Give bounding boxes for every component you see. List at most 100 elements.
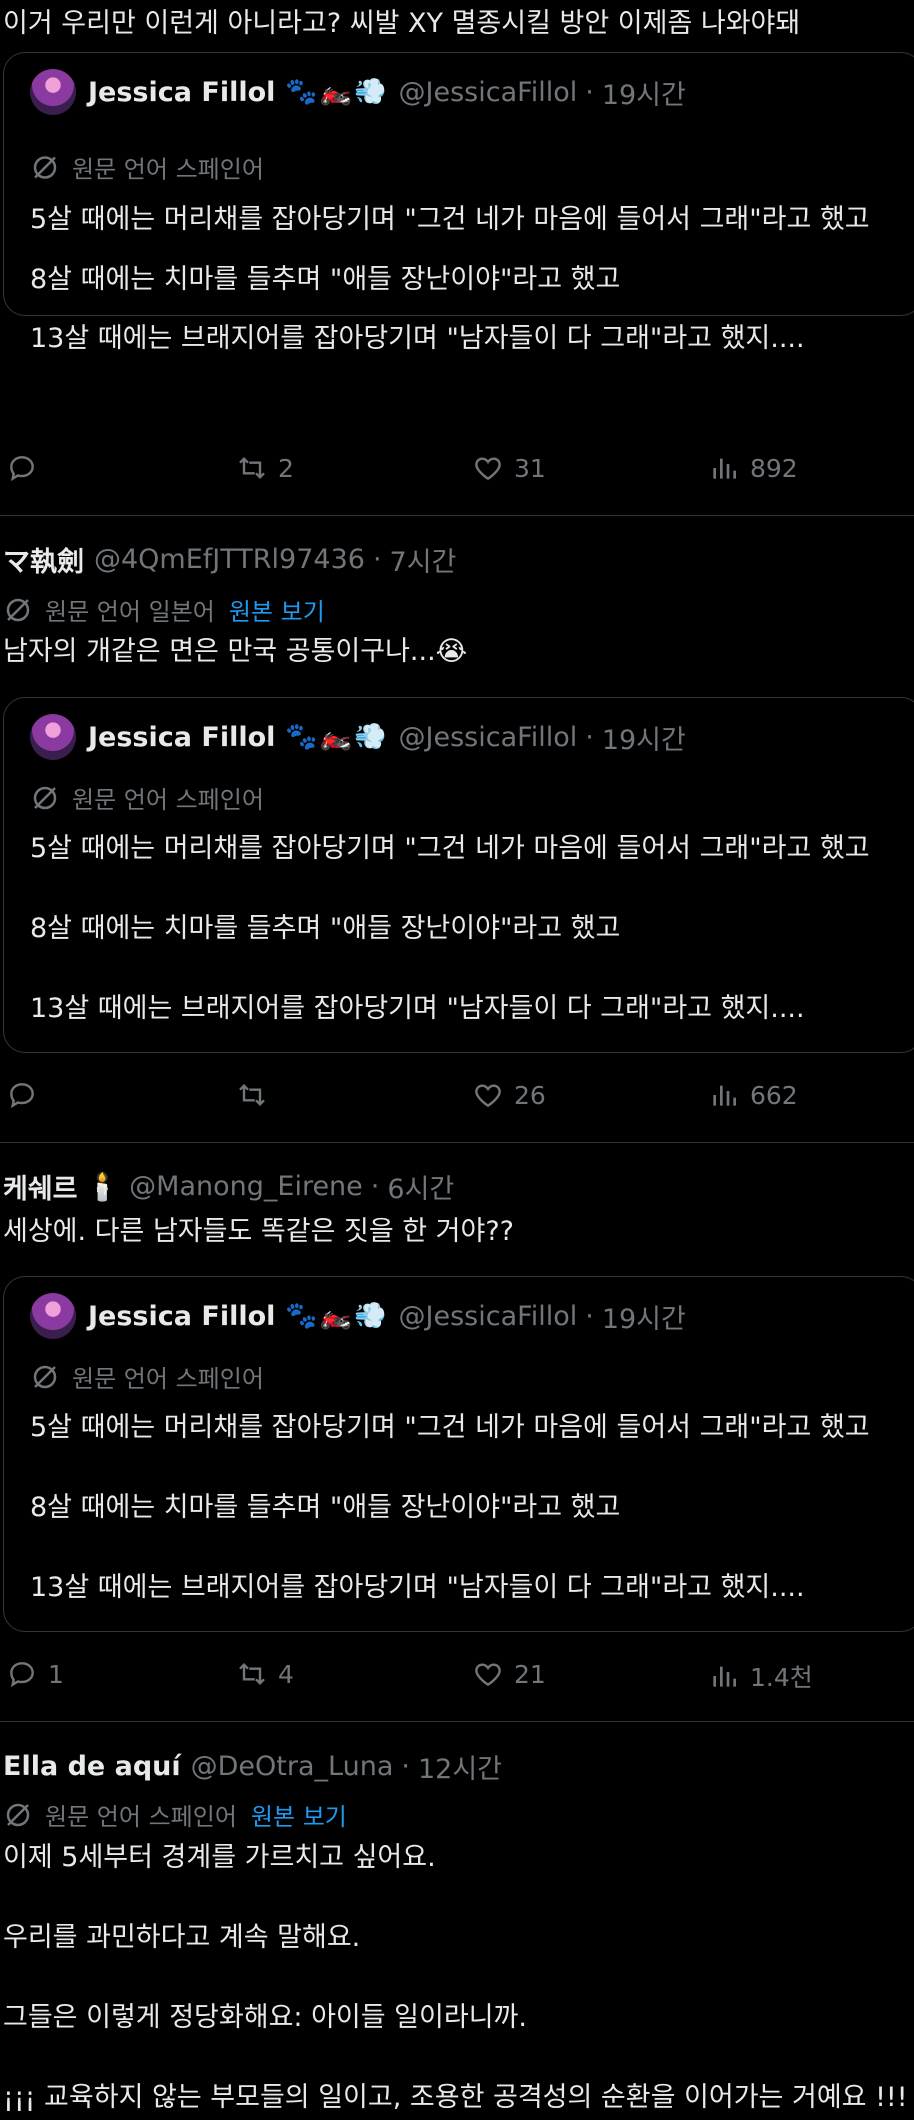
- like-button[interactable]: 26: [472, 1079, 546, 1111]
- translation-label: 원문 언어 스페인어: [72, 786, 264, 814]
- author-handle[interactable]: @JessicaFillol: [399, 77, 578, 108]
- tweet-text-line: 그들은 이렇게 정당화해요: 아이들 일이라니까.: [3, 2002, 527, 2033]
- like-button[interactable]: 21: [472, 1658, 546, 1690]
- timestamp[interactable]: 19시간: [602, 1297, 686, 1336]
- separator-dot: ·: [401, 1751, 410, 1782]
- views-count: 892: [750, 453, 798, 483]
- separator-dot: ·: [585, 76, 594, 108]
- author-handle[interactable]: @Manong_Eirene: [129, 1171, 363, 1202]
- name-emoji: 🐾🏍️💨: [285, 722, 389, 752]
- views-count: 1.4천: [750, 1663, 813, 1692]
- timestamp[interactable]: 19시간: [602, 73, 686, 112]
- views-icon: [713, 1666, 736, 1687]
- views-button[interactable]: 662: [708, 1079, 798, 1111]
- tweet-text: 남자의 개같은 면은 만국 공통이구나...😭: [3, 636, 468, 667]
- author-name[interactable]: 케쉐르: [3, 1167, 78, 1206]
- quoted-tweet-header: Jessica Fillol 🐾🏍️💨 @JessicaFillol · 19시…: [30, 69, 686, 115]
- quoted-tweet-line: 5살 때에는 머리채를 잡아당기며 "그건 네가 마음에 들어서 그래"라고 했…: [30, 204, 870, 235]
- like-count: 21: [514, 1659, 546, 1689]
- separator-dot: ·: [585, 721, 594, 753]
- translation-label: 원문 언어 스페인어: [45, 1803, 237, 1831]
- views-count: 662: [750, 1080, 798, 1110]
- retweet-icon: [239, 456, 265, 480]
- tweet-header: マ執劍 @4QmEfJTTRl97436 · 7시간: [3, 540, 456, 579]
- views-button[interactable]: 892: [708, 452, 798, 484]
- views-icon: [713, 1085, 736, 1106]
- retweet-count: 4: [278, 1659, 294, 1689]
- like-count: 31: [514, 453, 546, 483]
- quoted-tweet-card[interactable]: Jessica Fillol 🐾🏍️💨 @JessicaFillol · 19시…: [3, 697, 914, 1053]
- heart-icon: [475, 457, 501, 481]
- reply-button[interactable]: [6, 452, 48, 484]
- quoted-tweet-line: 5살 때에는 머리채를 잡아당기며 "그건 네가 마음에 들어서 그래"라고 했…: [30, 1412, 870, 1443]
- reply-icon: [10, 456, 34, 482]
- author-handle[interactable]: @DeOtra_Luna: [191, 1751, 394, 1782]
- quoted-tweet-header: Jessica Fillol 🐾🏍️💨 @JessicaFillol · 19시…: [30, 1293, 686, 1339]
- divider: [0, 1721, 914, 1722]
- separator-dot: ·: [370, 1171, 380, 1202]
- translate-icon: [33, 1365, 57, 1388]
- like-button[interactable]: 31: [472, 452, 546, 484]
- divider: [0, 515, 914, 516]
- name-emoji: 🐾🏍️💨: [285, 1301, 389, 1331]
- views-button[interactable]: 1.4천: [708, 1658, 813, 1694]
- retweet-button[interactable]: [236, 1079, 278, 1111]
- translation-notice: 원문 언어 스페인어: [30, 1359, 264, 1394]
- author-name[interactable]: Jessica Fillol: [88, 722, 275, 753]
- author-name[interactable]: マ執劍: [3, 540, 84, 579]
- name-emoji: 🕯️: [85, 1171, 120, 1203]
- quoted-tweet-line: 5살 때에는 머리채를 잡아당기며 "그건 네가 마음에 들어서 그래"라고 했…: [30, 833, 870, 864]
- show-original-link[interactable]: 원본 보기: [251, 1797, 347, 1832]
- reply-count: 1: [48, 1659, 64, 1689]
- timestamp[interactable]: 7시간: [390, 540, 457, 579]
- translate-icon: [33, 786, 57, 809]
- quoted-tweet-card[interactable]: Jessica Fillol 🐾🏍️💨 @JessicaFillol · 19시…: [3, 1276, 914, 1632]
- tweet-actions: 1 4 21 1.4천: [0, 1658, 914, 1698]
- reply-button[interactable]: [6, 1079, 48, 1111]
- quoted-tweet-card[interactable]: Jessica Fillol 🐾🏍️💨 @JessicaFillol · 19시…: [3, 52, 914, 354]
- tweet-text: 이거 우리만 이런게 아니라고? 씨발 XY 멸종시킬 방안 이제좀 나와야돼: [3, 8, 801, 39]
- timestamp[interactable]: 6시간: [387, 1167, 454, 1206]
- translate-icon: [6, 1803, 30, 1826]
- timestamp[interactable]: 12시간: [418, 1747, 502, 1786]
- divider: [0, 1142, 914, 1143]
- author-handle[interactable]: @JessicaFillol: [399, 722, 578, 753]
- separator-dot: ·: [372, 544, 382, 575]
- author-name[interactable]: Jessica Fillol: [88, 77, 275, 108]
- translation-notice: 원문 언어 일본어 원본 보기: [3, 592, 325, 627]
- translation-label: 원문 언어 일본어: [45, 598, 215, 626]
- retweet-button[interactable]: 2: [236, 452, 294, 484]
- like-count: 26: [514, 1080, 546, 1110]
- quoted-tweet-line: 8살 때에는 치마를 들추며 "애들 장난이야"라고 했고: [30, 913, 621, 944]
- views-icon: [713, 458, 736, 479]
- tweet-text: 세상에. 다른 남자들도 똑같은 짓을 한 거야??: [3, 1216, 515, 1247]
- translation-notice: 원문 언어 스페인어: [30, 150, 264, 185]
- tweet-actions: 2 31 892: [0, 452, 914, 492]
- translation-label: 원문 언어 스페인어: [72, 155, 264, 184]
- show-original-link[interactable]: 원본 보기: [229, 592, 325, 627]
- tweet-actions: 26 662: [0, 1079, 914, 1119]
- retweet-count: 2: [278, 453, 294, 483]
- translation-label: 원문 언어 스페인어: [72, 1365, 264, 1393]
- heart-icon: [475, 1084, 501, 1108]
- retweet-icon: [239, 1662, 265, 1686]
- reply-button[interactable]: 1: [6, 1658, 64, 1690]
- reply-icon: [10, 1662, 34, 1688]
- author-name[interactable]: Jessica Fillol: [88, 1301, 275, 1332]
- avatar[interactable]: [30, 1293, 76, 1339]
- quoted-tweet-line: 13살 때에는 브래지어를 잡아당기며 "남자들이 다 그래"라고 했지....: [30, 1572, 805, 1603]
- author-name[interactable]: Ella de aquí: [3, 1751, 181, 1782]
- timestamp[interactable]: 19시간: [602, 718, 686, 757]
- heart-icon: [475, 1663, 501, 1687]
- avatar[interactable]: [30, 69, 76, 115]
- avatar[interactable]: [30, 714, 76, 760]
- retweet-icon: [239, 1083, 265, 1107]
- author-handle[interactable]: @4QmEfJTTRl97436: [94, 544, 365, 575]
- quoted-tweet-line: 8살 때에는 치마를 들추며 "애들 장난이야"라고 했고: [30, 264, 621, 295]
- tweet-header: Ella de aquí @DeOtra_Luna · 12시간: [3, 1747, 502, 1786]
- tweet-text-line: 이제 5세부터 경계를 가르치고 싶어요.: [3, 1842, 436, 1873]
- retweet-button[interactable]: 4: [236, 1658, 294, 1690]
- translation-notice: 원문 언어 스페인어 원본 보기: [3, 1797, 347, 1832]
- tweet-text-line: 우리를 과민하다고 계속 말해요.: [3, 1922, 361, 1953]
- author-handle[interactable]: @JessicaFillol: [399, 1301, 578, 1332]
